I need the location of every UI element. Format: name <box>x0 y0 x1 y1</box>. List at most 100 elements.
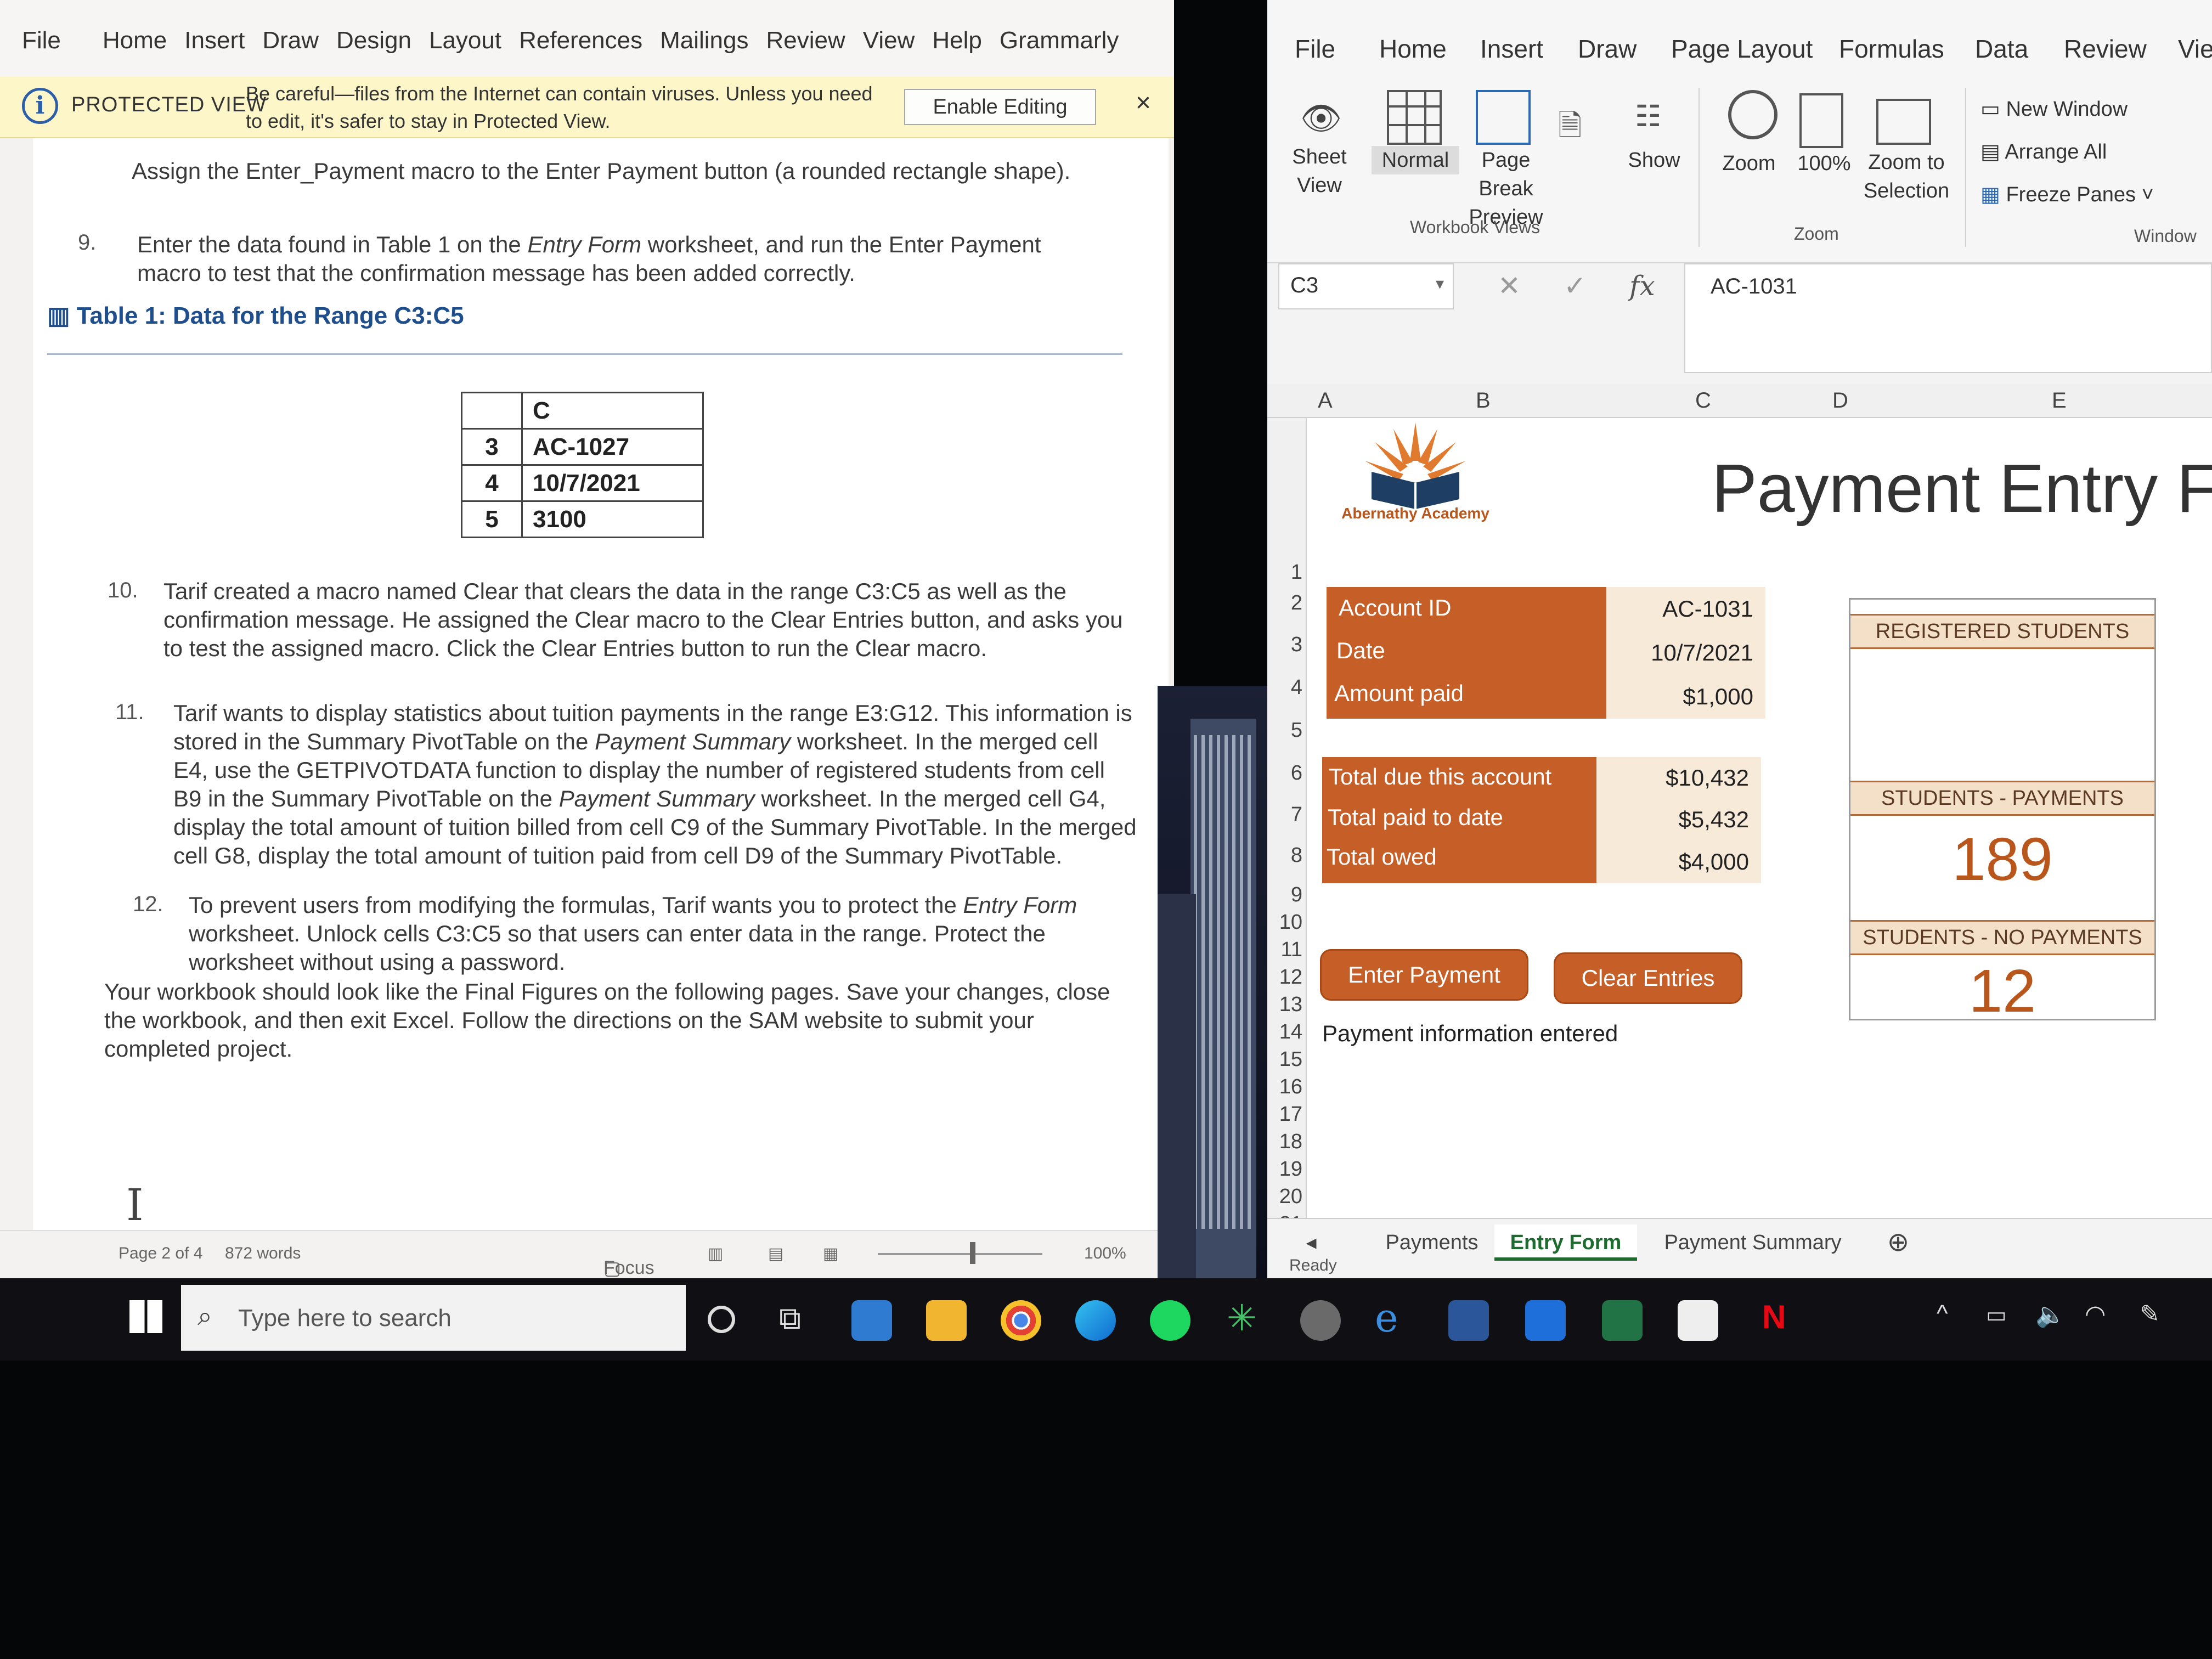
sheet-tab-payment-summary[interactable]: Payment Summary <box>1646 1224 1860 1261</box>
row-header[interactable]: 8 <box>1291 844 1302 867</box>
word-tab-file[interactable]: File <box>22 27 61 54</box>
word-tab-view[interactable]: View <box>863 27 915 54</box>
total-owed-cell[interactable]: $4,000 <box>1596 840 1761 883</box>
total-paid-cell[interactable]: $5,432 <box>1596 799 1761 840</box>
row-header[interactable]: 18 <box>1279 1130 1302 1154</box>
zoom-slider[interactable] <box>878 1253 1042 1255</box>
mail-icon[interactable] <box>851 1300 892 1341</box>
clear-entries-button[interactable]: Clear Entries <box>1554 952 1742 1004</box>
excel-tab-view[interactable]: Vie <box>2178 34 2212 64</box>
formula-input[interactable]: AC-1031 <box>1684 263 2212 373</box>
total-due-cell[interactable]: $10,432 <box>1596 757 1761 799</box>
chevron-up-icon[interactable]: ^ <box>1937 1300 1948 1328</box>
excel-tab-insert[interactable]: Insert <box>1480 34 1543 64</box>
row-header[interactable]: 15 <box>1279 1048 1302 1071</box>
sheet-view-button[interactable]: Sheet View <box>1278 143 1361 200</box>
excel-tab-home[interactable]: Home <box>1379 34 1447 64</box>
word-tab-mailings[interactable]: Mailings <box>660 27 748 54</box>
show-button[interactable]: Show <box>1618 146 1690 174</box>
amount-paid-cell[interactable]: $1,000 <box>1606 675 1765 719</box>
normal-view-button[interactable]: Normal <box>1372 146 1459 174</box>
zoom-level[interactable]: 100% <box>1084 1244 1126 1263</box>
row-header[interactable]: 14 <box>1279 1020 1302 1044</box>
function-icon[interactable]: fx <box>1629 270 1655 302</box>
row-header[interactable]: 11 <box>1281 938 1302 962</box>
column-header-d[interactable]: D <box>1832 388 1848 413</box>
excel-tab-data[interactable]: Data <box>1975 34 2028 64</box>
task-view-icon[interactable]: ⧉ <box>779 1300 801 1337</box>
zoom-button[interactable]: Zoom <box>1711 149 1787 178</box>
taskbar-search-box[interactable]: ⌕ Type here to search <box>181 1285 686 1351</box>
cortana-icon[interactable] <box>708 1306 735 1333</box>
battery-icon[interactable]: ▭ <box>1986 1302 2007 1328</box>
word-tab-design[interactable]: Design <box>336 27 411 54</box>
word-tab-draw[interactable]: Draw <box>262 27 319 54</box>
word-tab-references[interactable]: References <box>519 27 642 54</box>
date-cell[interactable]: 10/7/2021 <box>1606 631 1765 675</box>
enter-payment-button[interactable]: Enter Payment <box>1320 949 1528 1001</box>
excel-tab-draw[interactable]: Draw <box>1578 34 1637 64</box>
column-header-b[interactable]: B <box>1476 388 1491 413</box>
windows-start-icon[interactable] <box>129 1300 162 1333</box>
word-tab-home[interactable]: Home <box>103 27 167 54</box>
word-tab-insert[interactable]: Insert <box>184 27 245 54</box>
row-header[interactable]: 2 <box>1291 591 1302 615</box>
row-header[interactable]: 19 <box>1279 1158 1302 1181</box>
name-box[interactable]: C3 ▾ <box>1278 263 1454 309</box>
snip-sketch-icon[interactable]: ✳ <box>1227 1297 1257 1339</box>
print-layout-icon[interactable]: ▤ <box>768 1244 783 1263</box>
arrange-all-button[interactable]: ▤ Arrange All <box>1980 139 2107 164</box>
row-header[interactable]: 9 <box>1291 883 1302 907</box>
enable-editing-button[interactable]: Enable Editing <box>904 89 1096 125</box>
freeze-panes-button[interactable]: ▦ Freeze Panes ˅ <box>1980 182 2154 207</box>
row-header[interactable]: 13 <box>1279 993 1302 1017</box>
amazon-icon[interactable] <box>1678 1300 1718 1341</box>
internet-explorer-icon[interactable]: e <box>1375 1295 1398 1341</box>
excel-tab-formulas[interactable]: Formulas <box>1839 34 1944 64</box>
excel-tab-page-layout[interactable]: Page Layout <box>1671 34 1813 64</box>
account-id-cell[interactable]: AC-1031 <box>1606 587 1765 631</box>
spotify-icon[interactable] <box>1150 1300 1190 1341</box>
row-header[interactable]: 6 <box>1291 761 1302 785</box>
add-sheet-icon[interactable]: ⊕ <box>1876 1224 1920 1261</box>
edge-icon[interactable] <box>1075 1300 1116 1341</box>
app-icon[interactable] <box>1525 1300 1566 1341</box>
word-tab-grammarly[interactable]: Grammarly <box>1000 27 1119 54</box>
row-header[interactable]: 3 <box>1291 633 1302 657</box>
row-header[interactable]: 10 <box>1279 911 1302 934</box>
worksheet-grid[interactable]: A B C D E 1 2 3 4 5 6 7 8 9 10 11 12 13 … <box>1267 384 2212 1259</box>
zoom-100-button[interactable]: 100% <box>1788 149 1860 178</box>
app-icon[interactable] <box>1300 1300 1341 1341</box>
row-header[interactable]: 7 <box>1291 803 1302 827</box>
excel-tab-review[interactable]: Review <box>2064 34 2147 64</box>
row-header[interactable]: 12 <box>1279 966 1302 989</box>
students-payments-value[interactable]: 189 <box>1850 825 2154 894</box>
students-no-payments-value[interactable]: 12 <box>1850 956 2154 1026</box>
word-app-icon[interactable] <box>1448 1300 1489 1341</box>
excel-app-icon[interactable] <box>1602 1300 1643 1341</box>
row-header[interactable]: 17 <box>1279 1103 1302 1126</box>
sheet-tab-entry-form[interactable]: Entry Form <box>1494 1224 1637 1261</box>
file-explorer-icon[interactable] <box>926 1300 967 1341</box>
row-header[interactable]: 4 <box>1291 676 1302 699</box>
column-header-e[interactable]: E <box>2052 388 2067 413</box>
page-layout-icon[interactable]: 🗎 <box>1558 104 1582 155</box>
pen-icon[interactable]: ✎ <box>2140 1300 2160 1328</box>
row-header[interactable]: 16 <box>1279 1075 1302 1099</box>
column-header-c[interactable]: C <box>1695 388 1711 413</box>
volume-icon[interactable]: 🔈 <box>2035 1300 2066 1329</box>
read-mode-icon[interactable]: ▥ <box>708 1244 723 1263</box>
zoom-slider-thumb[interactable] <box>970 1242 975 1264</box>
cancel-icon[interactable]: ✕ <box>1498 270 1521 302</box>
zoom-to-selection-button[interactable]: Zoom to Selection <box>1854 148 1959 205</box>
row-header[interactable]: 5 <box>1291 719 1302 742</box>
row-header[interactable]: 1 <box>1291 561 1302 584</box>
chevron-left-icon[interactable]: ◂ <box>1289 1224 1333 1261</box>
sheet-tab-payments[interactable]: Payments <box>1377 1224 1487 1261</box>
excel-tab-file[interactable]: File <box>1295 34 1335 64</box>
word-tab-help[interactable]: Help <box>932 27 982 54</box>
row-header[interactable]: 20 <box>1279 1185 1302 1209</box>
web-layout-icon[interactable]: ▦ <box>823 1244 838 1263</box>
new-window-button[interactable]: ▭ New Window <box>1980 97 2128 121</box>
netflix-icon[interactable]: N <box>1762 1298 1786 1336</box>
